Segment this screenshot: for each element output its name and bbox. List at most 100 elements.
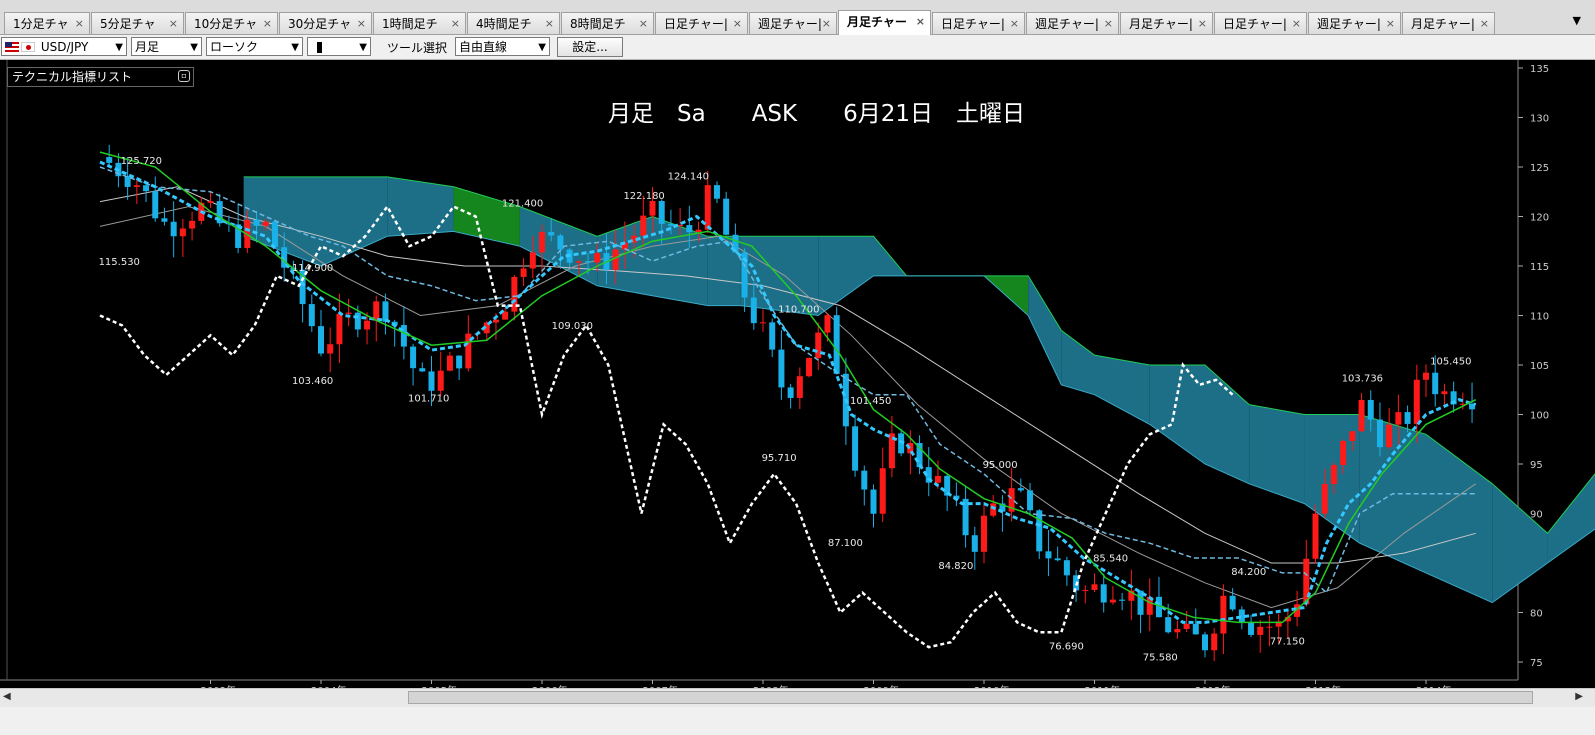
chevron-down-icon: ▼ bbox=[115, 42, 123, 53]
close-icon[interactable]: × bbox=[545, 13, 554, 34]
tab-5[interactable]: 1時間足チ × bbox=[373, 12, 466, 34]
tab-12[interactable]: 週足チャー| × bbox=[1026, 12, 1119, 34]
candle-body bbox=[520, 268, 527, 277]
close-icon[interactable]: × bbox=[822, 13, 831, 34]
candle-body bbox=[1229, 595, 1236, 610]
candle-body bbox=[1248, 622, 1255, 635]
candle-body bbox=[1349, 431, 1356, 442]
price-annotation-label: 115.530 bbox=[99, 257, 140, 268]
candle-body bbox=[1423, 372, 1429, 380]
close-icon[interactable]: × bbox=[1198, 13, 1207, 34]
y-tick-label: 135 bbox=[1530, 64, 1549, 75]
tab-11[interactable]: 日足チャー| × bbox=[932, 12, 1025, 34]
candle-body bbox=[778, 349, 785, 388]
candle-body bbox=[1312, 513, 1319, 559]
candle-body bbox=[1109, 599, 1116, 603]
price-annotation-label: 85.540 bbox=[1093, 554, 1128, 565]
tab-label: 週足チャー| bbox=[1317, 17, 1381, 31]
tab-label: 週足チャー| bbox=[758, 17, 822, 31]
tab-3[interactable]: 10分足チャ × bbox=[185, 12, 278, 34]
tab-label: 10分足チャ bbox=[194, 17, 258, 31]
minimize-icon[interactable]: ▫ bbox=[178, 70, 190, 82]
drawing-tool-value: 自由直線 bbox=[459, 40, 508, 54]
candle-body bbox=[492, 319, 499, 323]
tab-7[interactable]: 8時間足チ × bbox=[561, 12, 654, 34]
tab-list-menu-icon[interactable]: ▼ bbox=[1573, 14, 1581, 27]
tab-1[interactable]: 1分足チャ × bbox=[4, 12, 90, 34]
chevron-down-icon: ▼ bbox=[291, 42, 299, 53]
tab-label: 1分足チャ bbox=[13, 17, 69, 31]
candle-body bbox=[1165, 617, 1172, 633]
close-icon[interactable]: × bbox=[1480, 13, 1489, 34]
price-annotation-label: 84.200 bbox=[1231, 567, 1266, 578]
close-icon[interactable]: × bbox=[75, 13, 84, 34]
close-icon[interactable]: × bbox=[357, 13, 366, 34]
candle-body bbox=[1054, 558, 1061, 561]
candle-body bbox=[695, 229, 702, 233]
y-tick-label: 130 bbox=[1530, 114, 1549, 125]
candle-body bbox=[161, 218, 168, 222]
tab-label: 月足チャー| bbox=[1129, 17, 1193, 31]
candle-body bbox=[1211, 633, 1218, 651]
drawing-tool-select[interactable]: 自由直線 ▼ bbox=[455, 37, 550, 56]
chart-type-select[interactable]: ローソク ▼ bbox=[206, 37, 303, 56]
jp-flag-icon bbox=[21, 42, 35, 52]
candlestick-icon bbox=[317, 42, 322, 53]
price-annotation-label: 109.030 bbox=[552, 321, 593, 332]
close-icon[interactable]: × bbox=[1386, 13, 1395, 34]
candle-body bbox=[446, 355, 453, 371]
tab-label: 1時間足チ bbox=[382, 17, 438, 31]
candle-body bbox=[1367, 399, 1374, 420]
candle-body bbox=[1036, 510, 1043, 552]
price-chart[interactable]: 75808590951001051101151201251301352003年2… bbox=[0, 60, 1595, 688]
chart-type-value: ローソク bbox=[210, 40, 259, 54]
tab-8[interactable]: 日足チャー| × bbox=[655, 12, 748, 34]
candle-body bbox=[879, 468, 886, 514]
scroll-left-icon[interactable]: ◀ bbox=[3, 691, 11, 702]
candle-body bbox=[456, 355, 463, 369]
candle-style-select[interactable]: ▼ bbox=[307, 37, 371, 56]
price-annotation-label: 110.700 bbox=[778, 305, 819, 316]
tab-15[interactable]: 週足チャー| × bbox=[1308, 12, 1401, 34]
candle-body bbox=[824, 315, 831, 333]
y-tick-label: 120 bbox=[1530, 213, 1549, 224]
tab-9[interactable]: 週足チャー| × bbox=[749, 12, 837, 34]
candle-body bbox=[437, 370, 444, 391]
tab-4[interactable]: 30分足チャ × bbox=[279, 12, 372, 34]
technical-indicator-list-panel[interactable]: テクニカル指標リスト ▫ bbox=[7, 67, 194, 87]
tab-bar: ▼ 1分足チャ × 5分足チャ × 10分足チャ × 30分足チャ × 1時間足チ × 4時間足チ ×… bbox=[0, 0, 1595, 35]
close-icon[interactable]: × bbox=[1104, 13, 1113, 34]
close-icon[interactable]: × bbox=[263, 13, 272, 34]
candle-body bbox=[1330, 465, 1337, 485]
close-icon[interactable]: × bbox=[639, 13, 648, 34]
tab-2[interactable]: 5分足チャ × bbox=[91, 12, 184, 34]
close-icon[interactable]: × bbox=[1292, 13, 1301, 34]
candle-body bbox=[815, 332, 822, 358]
symbol-select[interactable]: USD/JPY ▼ bbox=[1, 37, 127, 56]
close-icon[interactable]: × bbox=[916, 11, 925, 33]
candle-body bbox=[539, 232, 545, 253]
candle-body bbox=[787, 387, 794, 398]
close-icon[interactable]: × bbox=[733, 13, 742, 34]
scroll-right-icon[interactable]: ▶ bbox=[1575, 691, 1583, 702]
tab-16[interactable]: 月足チャー| × bbox=[1402, 12, 1495, 34]
chart-toolbar: USD/JPY ▼ 月足 ▼ ローソク ▼ ▼ ツール選択 自由直線 ▼ 設定.… bbox=[0, 35, 1595, 60]
close-icon[interactable]: × bbox=[1010, 13, 1019, 34]
chevron-down-icon: ▼ bbox=[538, 42, 546, 53]
period-select[interactable]: 月足 ▼ bbox=[131, 37, 202, 56]
tab-14[interactable]: 日足チャー| × bbox=[1214, 12, 1307, 34]
settings-button[interactable]: 設定... bbox=[557, 37, 623, 57]
tab-13[interactable]: 月足チャー| × bbox=[1120, 12, 1213, 34]
tab-label: 日足チャー| bbox=[664, 17, 728, 31]
horizontal-scrollbar[interactable]: ◀ ▶ bbox=[0, 688, 1595, 707]
close-icon[interactable]: × bbox=[169, 13, 178, 34]
close-icon[interactable]: × bbox=[451, 13, 460, 34]
tab-10[interactable]: 月足チャー × bbox=[838, 10, 931, 35]
scrollbar-thumb[interactable] bbox=[408, 691, 1533, 704]
candle-body bbox=[806, 357, 813, 377]
candle-body bbox=[1202, 634, 1208, 651]
tab-label: 8時間足チ bbox=[570, 17, 626, 31]
tab-6[interactable]: 4時間足チ × bbox=[467, 12, 560, 34]
candle-body bbox=[271, 221, 278, 248]
candle-body bbox=[585, 261, 592, 263]
